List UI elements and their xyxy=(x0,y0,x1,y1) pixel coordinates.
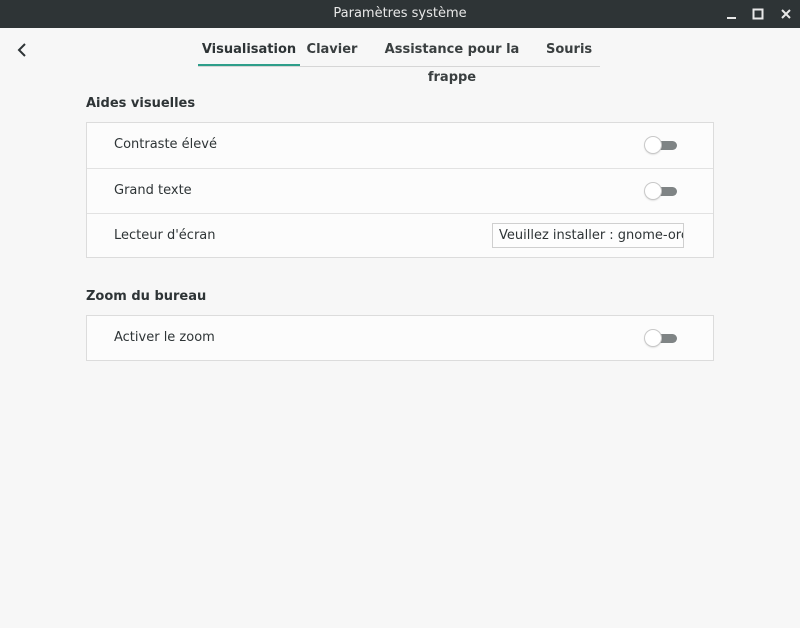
close-icon xyxy=(781,9,791,19)
maximize-icon xyxy=(752,8,764,20)
chevron-left-icon xyxy=(17,43,26,57)
tab-clavier[interactable]: Clavier xyxy=(306,36,358,64)
screen-reader-label: Lecteur d'écran xyxy=(114,228,216,243)
visual-aids-heading: Aides visuelles xyxy=(86,96,196,111)
minimize-icon xyxy=(727,17,736,19)
tab-visualisation[interactable]: Visualisation xyxy=(198,36,300,66)
visual-aids-panel: Contraste élevé Grand texte Lecteur d'éc… xyxy=(86,122,714,258)
high-contrast-label: Contraste élevé xyxy=(114,137,217,152)
switch-knob xyxy=(645,183,661,199)
switch-knob xyxy=(645,137,661,153)
minimize-button[interactable] xyxy=(722,4,742,24)
tab-souris[interactable]: Souris xyxy=(546,36,592,64)
back-button[interactable] xyxy=(10,38,34,62)
enable-zoom-label: Activer le zoom xyxy=(114,330,215,345)
screen-reader-row: Lecteur d'écran Veuillez installer : gno… xyxy=(87,213,713,258)
close-button[interactable] xyxy=(776,4,796,24)
tab-assistance-frappe[interactable]: Assistance pour la frappe xyxy=(372,36,532,85)
large-text-row: Grand texte xyxy=(87,168,713,213)
tab-bar: Visualisation Clavier Assistance pour la… xyxy=(198,36,600,85)
install-orca-button[interactable]: Veuillez installer : gnome-orca xyxy=(492,223,684,248)
enable-zoom-row: Activer le zoom xyxy=(87,316,713,360)
desktop-zoom-panel: Activer le zoom xyxy=(86,315,714,361)
enable-zoom-switch[interactable] xyxy=(645,330,679,346)
large-text-switch[interactable] xyxy=(645,183,679,199)
maximize-button[interactable] xyxy=(748,4,768,24)
high-contrast-row: Contraste élevé xyxy=(87,123,713,167)
large-text-label: Grand texte xyxy=(114,183,192,198)
title-bar: Paramètres système xyxy=(0,0,800,28)
desktop-zoom-heading: Zoom du bureau xyxy=(86,289,207,304)
window-title: Paramètres système xyxy=(333,6,467,21)
switch-knob xyxy=(645,330,661,346)
high-contrast-switch[interactable] xyxy=(645,137,679,153)
